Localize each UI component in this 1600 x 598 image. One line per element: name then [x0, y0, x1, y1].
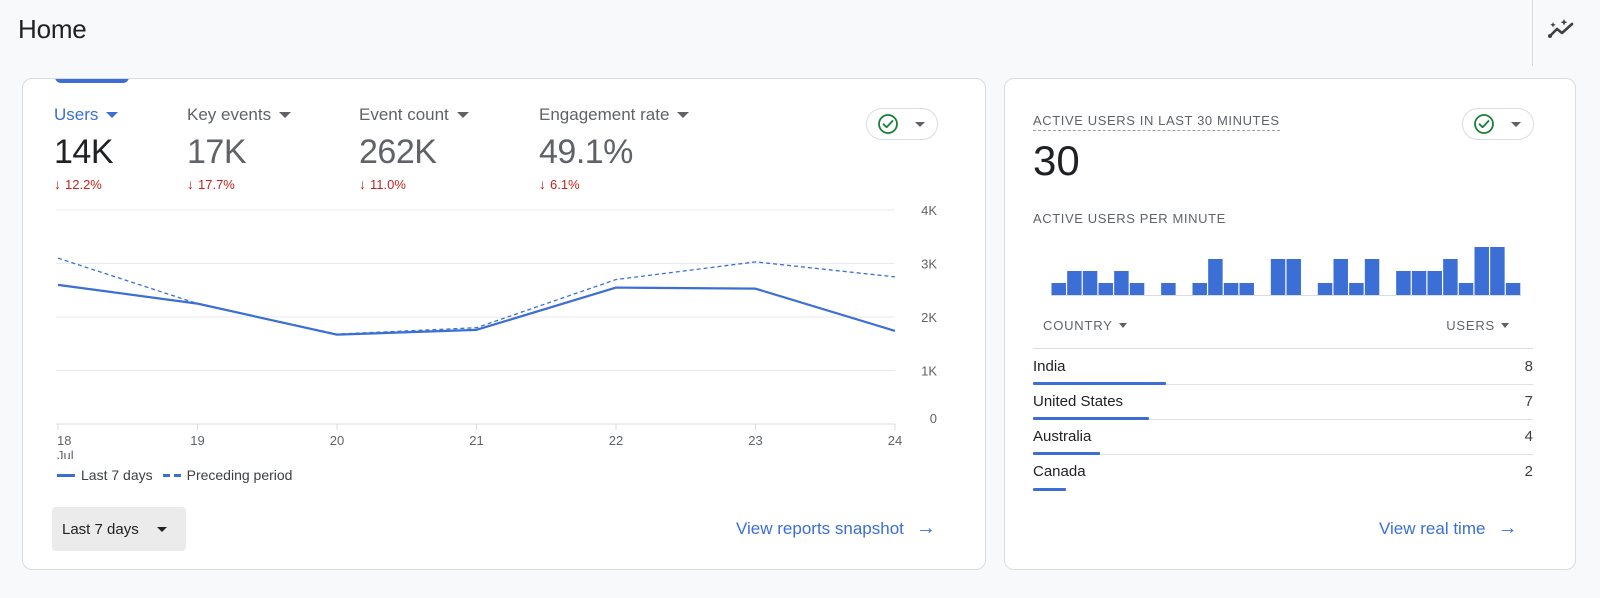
users-column-header[interactable]: USERS: [1446, 318, 1509, 333]
country-row[interactable]: India 8: [1033, 350, 1533, 385]
overview-card: Users 14K ↓ 12.2% Key events 17K ↓ 17.7% E…: [22, 78, 986, 570]
users-line-chart: 0 1K 2K 3K 4K 18Jul 19 20 21 22 23 24: [56, 203, 937, 459]
column-label: COUNTRY: [1043, 318, 1113, 333]
view-real-time-link[interactable]: View real time →: [1379, 517, 1517, 540]
country-table-header: COUNTRY USERS: [1033, 309, 1533, 349]
country-column-header[interactable]: COUNTRY: [1043, 318, 1127, 333]
link-label: View real time: [1379, 518, 1486, 538]
country-name: Australia: [1033, 428, 1092, 445]
x-tick-label: 18: [57, 433, 71, 448]
minute-bar: [1270, 259, 1286, 295]
minute-bar: [1161, 283, 1176, 295]
minute-bar: [1239, 283, 1254, 295]
minute-bar: [1427, 271, 1442, 295]
view-reports-snapshot-link[interactable]: View reports snapshot →: [736, 517, 936, 540]
y-tick-label: 4K: [921, 203, 937, 218]
country-share-bar: [1033, 488, 1067, 491]
minute-bar: [1333, 259, 1348, 295]
arrow-right-icon: →: [1497, 517, 1518, 539]
x-tick-label: 23: [748, 433, 762, 448]
chevron-down-icon: [156, 526, 167, 532]
country-table-body: India 8 United States 7 Australia 4 Canada 2: [1033, 350, 1533, 491]
minute-bar: [1098, 283, 1113, 295]
minute-bar: [1192, 283, 1207, 295]
minute-bar: [1317, 283, 1333, 295]
minute-bar: [1114, 271, 1129, 295]
x-tick-label: 20: [330, 433, 344, 448]
minute-bar: [1443, 259, 1458, 295]
insights-button[interactable]: [1544, 12, 1580, 48]
chevron-down-icon: [1118, 323, 1127, 328]
active-users-per-minute-chart: [1051, 247, 1521, 296]
country-users: 4: [1524, 428, 1533, 445]
minute-bar: [1490, 247, 1505, 295]
x-tick-sublabel: Jul: [57, 448, 74, 459]
column-label: USERS: [1446, 318, 1495, 333]
y-tick-label: 2K: [921, 310, 937, 325]
chevron-down-icon: [1501, 323, 1509, 328]
minute-bar: [1286, 259, 1301, 295]
header-divider: [1532, 0, 1533, 66]
arrow-right-icon: →: [915, 517, 936, 539]
country-row[interactable]: United States 7: [1033, 385, 1533, 420]
page-title: Home: [18, 14, 87, 44]
country-row[interactable]: Canada 2: [1033, 455, 1533, 491]
x-tick-label: 21: [469, 433, 483, 448]
country-name: Canada: [1033, 463, 1086, 480]
minute-bar: [1364, 259, 1380, 295]
legend-item-previous: Preceding period: [162, 467, 293, 483]
y-tick-label: 3K: [921, 257, 937, 272]
x-tick-label: 19: [190, 433, 204, 448]
insights-sparkle-icon: [1548, 19, 1574, 38]
minute-bar: [1396, 271, 1411, 295]
solid-line-swatch: [57, 473, 75, 477]
legend-item-current: Last 7 days: [57, 467, 153, 483]
country-row[interactable]: Australia 4: [1033, 420, 1533, 455]
series-line-preceding-period: [57, 257, 896, 335]
country-users: 7: [1524, 393, 1533, 410]
dashed-line-swatch: [162, 473, 181, 477]
y-tick-label: 0: [930, 411, 937, 426]
minute-bar: [1474, 247, 1489, 295]
x-tick-label: 22: [609, 433, 623, 448]
x-tick-label: 24: [888, 433, 902, 448]
legend-label: Last 7 days: [81, 467, 153, 483]
country-users: 2: [1524, 463, 1533, 480]
y-tick-label: 1K: [921, 364, 937, 379]
country-users: 8: [1524, 358, 1533, 375]
minute-bar: [1051, 283, 1066, 295]
country-name: India: [1033, 358, 1066, 375]
date-range-label: Last 7 days: [62, 520, 139, 538]
date-range-dropdown[interactable]: Last 7 days: [52, 507, 186, 551]
minute-bar: [1208, 259, 1223, 295]
realtime-card: ACTIVE USERS IN LAST 30 MINUTES 30 ACTIV…: [1004, 78, 1576, 570]
minute-bar: [1082, 271, 1098, 295]
minute-bar: [1349, 283, 1364, 295]
minute-bar: [1505, 283, 1521, 295]
minute-bar: [1067, 271, 1082, 295]
minute-bar: [1129, 283, 1145, 295]
minute-bar: [1458, 283, 1474, 295]
link-label: View reports snapshot: [736, 518, 904, 538]
minute-bar: [1223, 283, 1239, 295]
minute-bar: [1411, 271, 1427, 295]
legend-label: Preceding period: [186, 467, 293, 483]
chart-legend: Last 7 days Preceding period: [57, 467, 294, 483]
country-name: United States: [1033, 393, 1124, 410]
